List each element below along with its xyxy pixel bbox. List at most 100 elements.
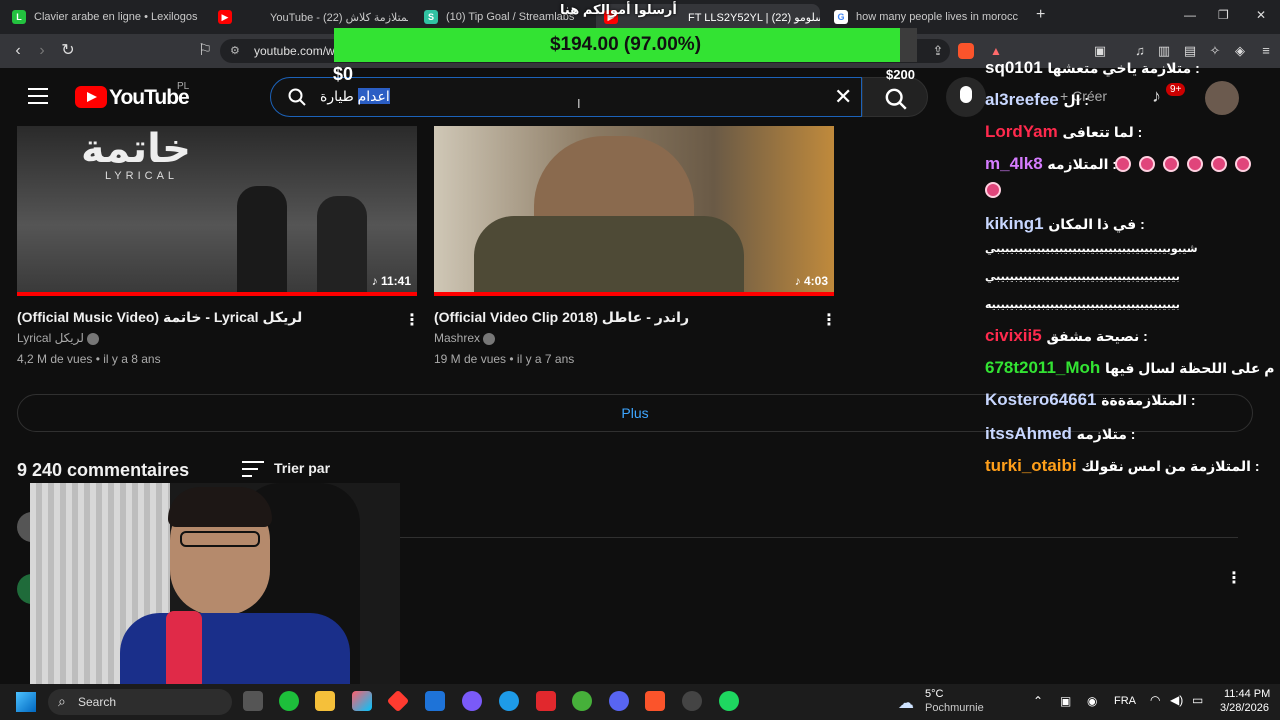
- chat-text: نصيحة مشفق :: [1046, 328, 1148, 344]
- thumbnail-shirt: [474, 216, 744, 292]
- search-query: اعدام طيارة: [320, 88, 390, 105]
- video-thumbnail[interactable]: ♪ 4:03: [434, 126, 834, 292]
- tab-title: how many people lives in morocco -: [856, 11, 1018, 23]
- sort-icon[interactable]: [242, 461, 264, 477]
- more-options-icon[interactable]: ⋮: [404, 310, 420, 330]
- emote-icon: [1211, 156, 1227, 172]
- maximize-icon[interactable]: ❐: [1218, 8, 1229, 22]
- chat-text: متلازمه :: [1076, 426, 1136, 442]
- url-text: youtube.com/w: [254, 44, 335, 58]
- spotify-icon[interactable]: [719, 691, 739, 711]
- video-title[interactable]: (Official Music Video) خاتمة - Lyrical ل…: [17, 309, 302, 326]
- weather-temp[interactable]: 5°C: [925, 688, 943, 700]
- close-window-icon[interactable]: ✕: [1256, 8, 1266, 22]
- xbox-icon[interactable]: [279, 691, 299, 711]
- chat-text: المتلازمه :: [1047, 156, 1117, 172]
- chat-username: 678t2011_Moh: [985, 358, 1106, 377]
- chat-message: 678t2011_Moh ندم على اللحظة لسال فيها :: [985, 358, 1274, 378]
- comments-count: 9 240 commentaires: [17, 460, 190, 480]
- tab-lexilogos[interactable]: L Clavier arabe en ligne • Lexilogos: [12, 4, 198, 30]
- video-title[interactable]: (Official Video Clip 2018) راندر - عاطل: [434, 309, 689, 326]
- emote-icon: [1235, 156, 1251, 172]
- thumbnail-figure: [237, 186, 287, 292]
- chat-username: Kostero64661: [985, 390, 1102, 409]
- obs-icon[interactable]: [682, 691, 702, 711]
- site-info-icon[interactable]: ⚙: [230, 44, 240, 57]
- discord-icon[interactable]: [609, 691, 629, 711]
- youtube-logo-icon[interactable]: [75, 86, 107, 108]
- thumbnail-title-text: خاتمة: [81, 127, 191, 171]
- webcam-shirt: [120, 613, 350, 691]
- chat-message: turki_otaibi المتلازمة من امس نقولك :: [985, 456, 1260, 476]
- watched-progress-bar: [17, 292, 417, 296]
- chat-text: متلازمة ياخي متعشها :: [1047, 60, 1200, 76]
- video-thumbnail[interactable]: خاتمة LYRICAL ♪ 11:41: [17, 126, 417, 292]
- clock-time[interactable]: 11:44 PM: [1224, 688, 1270, 700]
- chat-text: ندم على اللحظة لسال فيها :: [1105, 360, 1274, 376]
- taskbar-search[interactable]: ⌕ Search: [48, 689, 232, 715]
- bookmark-icon[interactable]: ⚐: [195, 41, 215, 61]
- chat-message: itssAhmed متلازمه :: [985, 424, 1135, 444]
- chat-username: m_4lk8: [985, 154, 1048, 173]
- file-explorer-icon[interactable]: [315, 691, 335, 711]
- search-button[interactable]: [862, 77, 928, 117]
- weather-place[interactable]: Pochmurnie: [925, 702, 984, 714]
- back-icon[interactable]: ‹: [8, 41, 28, 61]
- wps-icon[interactable]: [536, 691, 556, 711]
- hamburger-menu-icon[interactable]: [28, 88, 48, 104]
- tab-title: FT LLS2Y52YL | (22) سلومو: [688, 11, 820, 24]
- chat-username: civixii5: [985, 326, 1047, 345]
- chat-username: sq0101: [985, 58, 1048, 77]
- youtube-icon: ▶: [218, 10, 232, 24]
- sort-button[interactable]: Trier par: [274, 460, 330, 476]
- tray-overflow-icon[interactable]: ⌃: [1033, 694, 1043, 708]
- tab-youtube[interactable]: ▶ YouTube - (22) المتلازمة كلاش: [218, 4, 408, 30]
- chat-text: في ذا المكان :: [1048, 216, 1145, 232]
- verified-icon: [483, 332, 496, 345]
- microphone-tray-icon[interactable]: ◉: [1087, 694, 1097, 708]
- wifi-icon[interactable]: ◠: [1150, 693, 1160, 707]
- taskbar-search-label: Search: [78, 695, 117, 709]
- tip-goal-min: $0: [333, 64, 354, 84]
- windows-start-icon[interactable]: [16, 692, 36, 712]
- video-channel[interactable]: Lyrical لريكل: [17, 331, 100, 345]
- chat-username: LordYam: [985, 122, 1063, 141]
- search-icon: [288, 88, 306, 106]
- tip-goal-max: $200: [886, 67, 915, 82]
- new-tab-icon[interactable]: +: [1036, 6, 1045, 24]
- chat-username: turki_otaibi: [985, 456, 1082, 475]
- verified-icon: [87, 332, 100, 345]
- language-indicator[interactable]: FRA: [1114, 695, 1136, 707]
- clock-date[interactable]: 3/28/2026: [1220, 702, 1269, 714]
- clear-search-icon[interactable]: ✕: [834, 84, 852, 110]
- copilot-icon[interactable]: [352, 691, 372, 711]
- chat-message: LordYam لما تتعافى :: [985, 122, 1142, 142]
- chat-text: ال :: [1063, 92, 1089, 108]
- emote-icon: [1139, 156, 1155, 172]
- task-view-icon[interactable]: [243, 691, 263, 711]
- more-options-icon[interactable]: ⋮: [1226, 568, 1242, 588]
- store-icon[interactable]: [425, 691, 445, 711]
- tray-app-icon[interactable]: ▣: [1060, 694, 1071, 708]
- chat-app-icon[interactable]: [462, 691, 482, 711]
- battery-icon[interactable]: ▭: [1192, 693, 1203, 707]
- microphone-icon: [960, 86, 972, 103]
- volume-icon[interactable]: ◀): [1170, 693, 1183, 707]
- reload-icon[interactable]: ↻: [58, 41, 78, 61]
- utorrent-icon[interactable]: [572, 691, 592, 711]
- brave-icon[interactable]: [645, 691, 665, 711]
- google-icon: G: [834, 10, 848, 24]
- app-icon[interactable]: [499, 691, 519, 711]
- lexilogos-icon: L: [12, 10, 26, 24]
- chat-message: m_4lk8 المتلازمه :: [985, 154, 1117, 174]
- search-query-highlighted: اعدام: [357, 88, 390, 104]
- brave-shield-icon[interactable]: [958, 43, 974, 59]
- emote-icon: [1163, 156, 1179, 172]
- more-options-icon[interactable]: ⋮: [821, 310, 837, 330]
- share-icon[interactable]: ⇪: [928, 41, 948, 61]
- minimize-icon[interactable]: —: [1184, 8, 1196, 22]
- video-channel[interactable]: Mashrex: [434, 331, 496, 345]
- chat-message: kiking1 في ذا المكان :: [985, 214, 1145, 234]
- forward-icon[interactable]: ›: [32, 41, 52, 61]
- tab-google[interactable]: G how many people lives in morocco -: [834, 4, 1018, 30]
